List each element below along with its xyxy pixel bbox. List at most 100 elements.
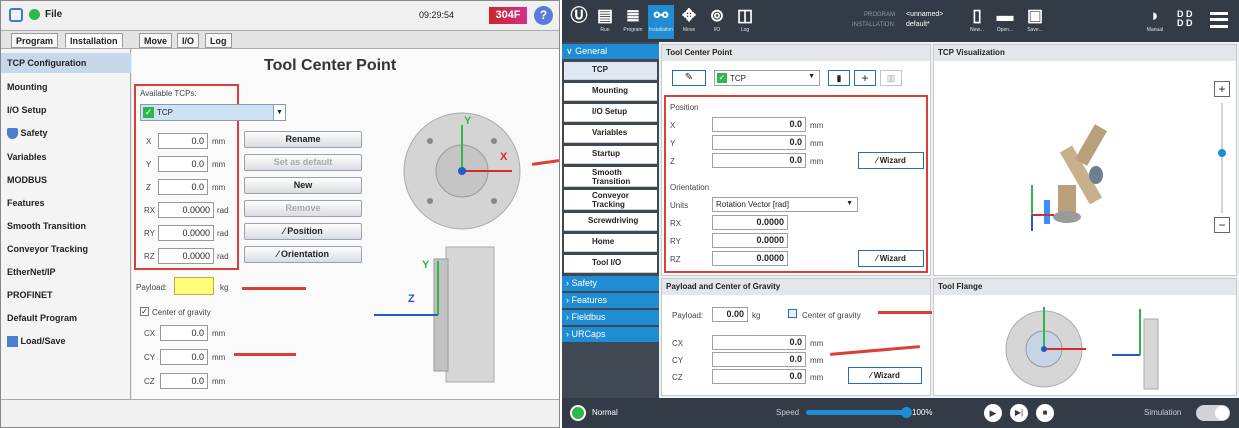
tab-program[interactable]: Program	[11, 33, 59, 48]
x-field[interactable]: 0.0	[158, 133, 208, 149]
rx-field[interactable]: 0.0000	[712, 215, 788, 230]
sidebar-item-variables[interactable]: Variables	[1, 147, 131, 167]
tcp-select[interactable]: ✓ TCP ▼	[140, 104, 286, 121]
sidebar-item-smooth-transition[interactable]: Smooth Transition	[564, 167, 657, 187]
cx-field[interactable]: 0.0	[712, 335, 806, 350]
y-field[interactable]: 0.0	[158, 156, 208, 172]
tab-installation[interactable]: Installation	[65, 33, 123, 48]
sidebar-item-safety[interactable]: Safety	[1, 123, 131, 143]
sidebar-item-modbus[interactable]: MODBUS	[1, 170, 131, 190]
nav-run[interactable]: ▤ Run	[592, 5, 618, 39]
sidebar-item-conveyor-tracking[interactable]: Conveyor Tracking	[564, 190, 657, 210]
sidebar-item-tool-io[interactable]: Tool I/O	[564, 255, 657, 273]
power-icon[interactable]	[29, 9, 40, 20]
cz-field[interactable]: 0.0	[712, 369, 806, 384]
open-file-button[interactable]: ▬ Open...	[992, 5, 1018, 39]
sidebar-item-load-save[interactable]: Load/Save	[1, 331, 131, 351]
payload-field[interactable]	[174, 277, 214, 295]
sidebar-item-features[interactable]: Features	[1, 193, 131, 213]
add-tcp-icon[interactable]: +	[854, 70, 876, 86]
hamburger-menu-icon[interactable]	[1210, 12, 1228, 28]
cog-wizard-button[interactable]: ⁄ Wizard	[848, 367, 922, 384]
sidebar-item-tcp-configuration[interactable]: TCP Configuration	[1, 53, 131, 73]
rz-field[interactable]: 0.0000	[158, 248, 214, 264]
sidebar-item-conveyor-tracking[interactable]: Conveyor Tracking	[1, 239, 131, 259]
tcp-select[interactable]: ✓ TCP ▼	[714, 70, 820, 86]
nav-log-label: Log	[740, 27, 750, 33]
ry-field[interactable]: 0.0000	[158, 225, 214, 241]
simulation-toggle[interactable]	[1196, 405, 1230, 421]
step-button-icon[interactable]: ▶|	[1010, 404, 1028, 422]
sidebar-item-variables[interactable]: Variables	[564, 125, 657, 143]
zoom-in-button[interactable]: +	[1214, 81, 1230, 97]
x-field[interactable]: 0.0	[712, 117, 806, 132]
save-file-button[interactable]: ▣ Save...	[1022, 5, 1048, 39]
sidebar-item-profinet[interactable]: PROFINET	[1, 285, 131, 305]
sidebar-item-io-setup[interactable]: I/O Setup	[1, 100, 131, 120]
y-label: Y	[146, 160, 152, 169]
sidebar-section-fieldbus[interactable]: › Fieldbus	[562, 310, 659, 326]
rx-field[interactable]: 0.0000	[158, 202, 214, 218]
nav-installation[interactable]: ⚯ Installation	[648, 5, 674, 39]
cy-field[interactable]: 0.0	[712, 352, 806, 367]
set-default-button[interactable]: Set as default	[244, 154, 362, 171]
sidebar-item-screwdriving[interactable]: Screwdriving	[564, 213, 657, 231]
nav-program[interactable]: ≣ Program	[620, 5, 646, 39]
new-file-button[interactable]: ▯ New...	[964, 5, 990, 39]
speed-slider-handle[interactable]	[901, 407, 912, 418]
zoom-out-button[interactable]: −	[1214, 217, 1230, 233]
y-field[interactable]: 0.0	[712, 135, 806, 150]
cog-checkbox[interactable]: ✓	[140, 307, 149, 316]
nav-log[interactable]: ◫ Log	[732, 5, 758, 39]
new-tcp-button[interactable]: New	[244, 177, 362, 194]
z-field[interactable]: 0.0	[712, 153, 806, 168]
zoom-slider-handle[interactable]	[1218, 149, 1226, 157]
sidebar-item-smooth-transition[interactable]: Smooth Transition	[1, 216, 131, 236]
cz-field[interactable]: 0.0	[160, 373, 208, 389]
orientation-wizard-button[interactable]: ⁄ Wizard	[858, 250, 924, 267]
cx-field[interactable]: 0.0	[160, 325, 208, 341]
rz-field[interactable]: 0.0000	[712, 251, 788, 266]
sidebar-item-home[interactable]: Home	[564, 234, 657, 252]
tcp-select-value: TCP	[730, 74, 746, 83]
sidebar-item-tcp[interactable]: TCP	[564, 62, 657, 80]
orientation-wizard-button[interactable]: ⁄ Orientation	[244, 246, 362, 263]
remove-button[interactable]: Remove	[244, 200, 362, 217]
sidebar-item-ethernet-ip[interactable]: EtherNet/IP	[1, 262, 131, 282]
tab-log[interactable]: Log	[205, 33, 232, 48]
help-icon[interactable]: ?	[534, 6, 553, 25]
ry-field[interactable]: 0.0000	[712, 233, 788, 248]
speed-label: Speed	[776, 408, 800, 417]
speed-slider[interactable]	[806, 407, 912, 418]
stop-button-icon[interactable]: ■	[1036, 404, 1054, 422]
tab-io[interactable]: I/O	[177, 33, 200, 48]
z-field[interactable]: 0.0	[158, 179, 208, 195]
set-default-tcp-icon[interactable]: ▮	[828, 70, 850, 86]
cog-label: Center of gravity	[802, 311, 861, 320]
rename-button[interactable]: Rename	[244, 131, 362, 148]
play-button-icon[interactable]: ▶	[984, 404, 1002, 422]
payload-field[interactable]: 0.00	[712, 307, 748, 322]
file-menu[interactable]: File	[45, 9, 62, 20]
sidebar-item-io-setup[interactable]: I/O Setup	[564, 104, 657, 122]
sidebar-section-safety[interactable]: › Safety	[562, 276, 659, 292]
cy-field[interactable]: 0.0	[160, 349, 208, 365]
position-wizard-button[interactable]: ⁄ Position	[244, 223, 362, 240]
delete-tcp-icon[interactable]: ▥	[880, 70, 902, 86]
manual-mode-button[interactable]: ◗ Manual	[1142, 5, 1168, 39]
sidebar-item-default-program[interactable]: Default Program	[1, 308, 131, 328]
sidebar-item-startup[interactable]: Startup	[564, 146, 657, 164]
sidebar-section-features[interactable]: › Features	[562, 293, 659, 309]
nav-move[interactable]: ✥ Move	[676, 5, 702, 39]
nav-io[interactable]: ⊚ I/O	[704, 5, 730, 39]
sidebar-item-mounting[interactable]: Mounting	[1, 77, 131, 97]
edit-tcp-button[interactable]: ✎	[672, 70, 706, 86]
cog-checkbox[interactable]	[788, 309, 797, 318]
dashboard-icon[interactable]: D DD D	[1177, 10, 1193, 28]
sidebar-section-urcaps[interactable]: › URCaps	[562, 327, 659, 343]
sidebar-item-mounting[interactable]: Mounting	[564, 83, 657, 101]
position-wizard-button[interactable]: ⁄ Wizard	[858, 152, 924, 169]
sidebar-section-general[interactable]: ∨ General	[562, 44, 659, 59]
units-select[interactable]: Rotation Vector [rad] ▼	[712, 197, 858, 212]
tab-move[interactable]: Move	[139, 33, 173, 48]
